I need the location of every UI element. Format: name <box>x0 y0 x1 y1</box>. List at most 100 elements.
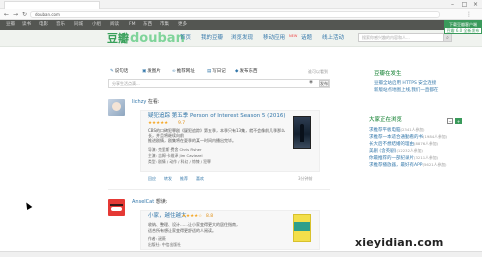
nav-home[interactable]: 首页 <box>180 30 191 47</box>
search-input[interactable]: 搜索你感兴趣的内容和人... <box>358 33 446 42</box>
back-icon[interactable]: ← <box>2 10 11 19</box>
card-director: 导演: 克里斯·费舍 Chris Fisher <box>148 147 202 152</box>
feed-user-line: AnselCat 想读: <box>132 199 167 205</box>
sidebar-link[interactable]: 豆瓣全站启用 HTTPS 安全连接 <box>374 81 436 87</box>
sidebar-browsing-title: 大家正在浏览 <box>369 117 403 123</box>
global-nav: 豆瓣 读书 电影 音乐 同城 小组 阅读 FM 东西 市集 更多 <box>0 20 482 30</box>
collapse-icon[interactable]: − <box>447 118 453 124</box>
trend-text: 求推荐播放器，最好有APP <box>369 163 423 168</box>
camera-icon[interactable]: ◉ <box>309 80 313 85</box>
tool-say[interactable]: ✎说句话 <box>110 68 128 76</box>
book-cover-band <box>294 222 310 231</box>
new-badge: NEW <box>289 34 298 38</box>
window-title-bar: – □ × <box>0 0 482 9</box>
search-icon[interactable]: ⌕ <box>443 33 452 42</box>
sidebar-link[interactable]: 新版站点地图上线,我们一直都在 <box>374 88 438 94</box>
card-genre: 类型: 剧情 / 动作 / 科幻 / 惊悚 / 犯罪 <box>148 159 211 164</box>
global-nav-item[interactable]: 同城 <box>74 20 83 30</box>
expand-icon[interactable]: + <box>455 118 462 124</box>
tool-publish[interactable]: ◆发布东西 <box>235 68 257 76</box>
feed-user-line: lichzy 在看: <box>132 99 160 105</box>
global-nav-item[interactable]: FM <box>129 20 135 30</box>
sidebar-trend-item[interactable]: 求推荐播放器，最好有APP(5621人参加) <box>369 162 447 169</box>
visibility-label[interactable]: 谁可以看到 <box>308 68 328 76</box>
publish-button[interactable]: 发布 <box>319 80 329 87</box>
tip-title: 下载豆瓣客户端 <box>445 21 481 28</box>
sidebar-trend-item[interactable]: 长大后不想结婚的理由(8876人参加) <box>369 141 438 148</box>
post-toolbar: ✎说句话 ▣发图片 ∞推荐网址 ▤写日记 ◆发布东西 <box>110 68 332 76</box>
global-nav-item[interactable]: 电影 <box>39 20 48 30</box>
global-nav-item[interactable]: 读书 <box>22 20 31 30</box>
tag-icon: ◆ <box>235 69 239 74</box>
card-description-2: 适合所有想让家变得更舒适的人阅读。 <box>148 228 216 233</box>
feed-username[interactable]: lichzy <box>132 99 146 105</box>
tool-photo[interactable]: ▣发图片 <box>142 68 161 76</box>
tool-link[interactable]: ∞推荐网址 <box>172 68 195 76</box>
trend-count: (12232人参加) <box>396 148 423 153</box>
sidebar-trend-item[interactable]: 美剧 (含英剧)(12232人参加) <box>369 148 423 155</box>
trend-count: (2341人参加) <box>400 127 425 132</box>
recommend-link[interactable]: 推荐 <box>180 176 188 181</box>
photo-icon: ▣ <box>142 69 147 74</box>
tool-link-label: 推荐网址 <box>176 69 195 74</box>
trend-count: (3211人参加) <box>414 155 439 160</box>
trend-text: 求推荐一本适合通勤看的书 <box>369 135 423 140</box>
rating-value: 9.7 <box>178 121 186 126</box>
forward-link[interactable]: 转发 <box>164 176 172 181</box>
diary-icon: ▤ <box>207 69 212 74</box>
forward-icon[interactable]: → <box>11 10 20 19</box>
watermark: xieyidian.com <box>355 236 444 249</box>
avatar-face <box>112 102 121 111</box>
avatar-brow <box>110 204 123 206</box>
close-icon[interactable]: × <box>471 1 480 8</box>
like-link[interactable]: 喜欢 <box>196 176 204 181</box>
card-description: CBS的口碑犯罪剧《疑犯追踪》第五季，本季只有13集，就不会像前几季那么长，并且… <box>148 128 286 138</box>
global-nav-item[interactable]: 阅读 <box>110 20 119 30</box>
tool-diary-label: 写日记 <box>212 69 226 74</box>
tool-say-label: 说句话 <box>114 69 129 74</box>
app-download-tip[interactable]: 下载豆瓣客户端 豆瓣 6.0 全新发布 <box>444 20 482 34</box>
trend-count: (5621人参加) <box>422 162 447 167</box>
card-cast: 主演: 吉姆·卡维泽 Jim Caviezel <box>148 153 203 158</box>
global-nav-item[interactable]: 市集 <box>160 20 169 30</box>
taskbar <box>0 251 482 257</box>
logo-cn: 豆瓣 <box>107 32 129 45</box>
star-rating: ★★★★☆ <box>182 214 203 219</box>
tool-publish-label: 发布东西 <box>239 69 258 74</box>
pencil-icon: ✎ <box>110 69 114 74</box>
poster-figure <box>300 124 304 142</box>
trend-text: 你最推荐的一部纪录片 <box>369 156 414 161</box>
tool-diary[interactable]: ▤写日记 <box>207 68 226 76</box>
reply-link[interactable]: 回应 <box>148 176 156 181</box>
card-author: 作者: 逯薇 <box>148 236 166 241</box>
nav-my-douban[interactable]: 我的豆瓣 <box>201 30 223 47</box>
card-description: 收纳、整理、设计……让小家变得更大的居住指南， <box>148 222 240 227</box>
tip-subtitle: 豆瓣 6.0 全新发布 <box>446 28 480 33</box>
nav-explore[interactable]: 浏览发现 <box>231 30 253 47</box>
trend-count: (8876人参加) <box>414 141 439 146</box>
nav-online-events[interactable]: 线上活动 <box>322 30 344 47</box>
global-nav-item[interactable]: 小组 <box>92 20 101 30</box>
feed-divider <box>108 189 330 190</box>
nav-mobile-apps[interactable]: 移动应用 <box>263 30 285 47</box>
url-field[interactable]: douban.com <box>30 11 440 18</box>
reload-icon[interactable]: ↻ <box>20 10 29 19</box>
sidebar-trend-item[interactable]: 求推荐平板电脑(2341人参加) <box>369 127 425 134</box>
browser-tab[interactable] <box>4 1 100 9</box>
nav-topics[interactable]: 话题 <box>301 30 312 47</box>
minimize-icon[interactable]: – <box>448 1 457 8</box>
global-nav-item[interactable]: 东西 <box>143 20 152 30</box>
feed-username[interactable]: AnselCat <box>132 199 154 205</box>
global-nav-item[interactable]: 豆瓣 <box>6 20 15 30</box>
maximize-icon[interactable]: □ <box>460 1 469 8</box>
douban-logo[interactable]: 豆瓣douban <box>107 30 185 47</box>
status-input[interactable]: 分享生活点滴... <box>108 79 330 88</box>
browser-menu-icon[interactable]: ⋮ <box>460 10 478 19</box>
global-nav-item[interactable]: 音乐 <box>56 20 65 30</box>
star-rating: ★★★★★ <box>148 121 169 126</box>
sidebar-trend-item[interactable]: 求推荐一本适合通勤看的书(1984人参加) <box>369 134 447 141</box>
global-nav-item[interactable]: 更多 <box>178 20 187 30</box>
card-title[interactable]: 小家，越住越大 <box>148 213 187 220</box>
sidebar-trend-item[interactable]: 你最推荐的一部纪录片(3211人参加) <box>369 155 438 162</box>
card-title[interactable]: 疑犯追踪 第五季 Person of Interest Season 5 (20… <box>148 113 285 120</box>
